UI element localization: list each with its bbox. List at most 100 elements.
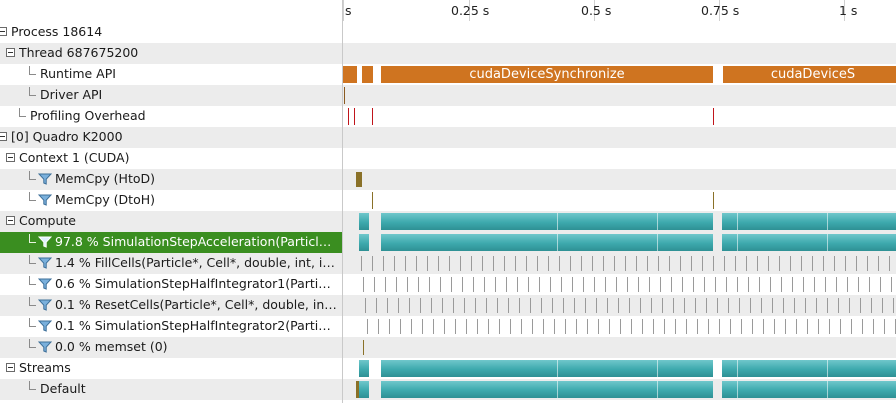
overhead-mark[interactable] — [713, 108, 714, 125]
kernel-launch-mark[interactable] — [829, 319, 830, 334]
kernel-launch-mark[interactable] — [438, 256, 439, 271]
kernel-launch-mark[interactable] — [717, 298, 718, 313]
kernel-boundary[interactable] — [557, 360, 558, 377]
kernel-launch-mark[interactable] — [770, 277, 771, 292]
tree-row[interactable]: Driver API — [0, 85, 342, 106]
kernel-launch-mark[interactable] — [680, 256, 681, 271]
kernel-bar[interactable] — [359, 360, 369, 377]
kernel-launch-mark[interactable] — [649, 277, 650, 292]
kernel-launch-mark[interactable] — [532, 319, 533, 334]
kernel-launch-mark[interactable] — [785, 319, 786, 334]
kernel-launch-mark[interactable] — [878, 256, 879, 271]
kernel-launch-mark[interactable] — [834, 256, 835, 271]
kernel-launch-mark[interactable] — [812, 256, 813, 271]
kernel-launch-mark[interactable] — [493, 256, 494, 271]
kernel-launch-mark[interactable] — [695, 298, 696, 313]
kernel-launch-mark[interactable] — [420, 298, 421, 313]
kernel-launch-mark[interactable] — [442, 298, 443, 313]
kernel-launch-mark[interactable] — [823, 256, 824, 271]
kernel-launch-mark[interactable] — [629, 298, 630, 313]
kernel-bar[interactable] — [381, 381, 713, 398]
api-call-bar[interactable]: cudaDeviceS — [723, 66, 896, 83]
kernel-launch-mark[interactable] — [889, 256, 890, 271]
kernel-launch-mark[interactable] — [726, 277, 727, 292]
kernel-launch-mark[interactable] — [849, 298, 850, 313]
kernel-launch-mark[interactable] — [796, 319, 797, 334]
kernel-launch-mark[interactable] — [631, 319, 632, 334]
kernel-launch-mark[interactable] — [794, 298, 795, 313]
kernel-boundary[interactable] — [557, 234, 558, 251]
collapse-toggle-icon[interactable] — [6, 153, 15, 162]
kernel-launch-mark[interactable] — [367, 319, 368, 334]
kernel-launch-mark[interactable] — [607, 298, 608, 313]
tree-row[interactable]: Compute — [0, 211, 342, 232]
kernel-launch-mark[interactable] — [724, 256, 725, 271]
api-call-bar[interactable] — [343, 66, 357, 83]
kernel-launch-mark[interactable] — [416, 256, 417, 271]
kernel-launch-mark[interactable] — [433, 319, 434, 334]
kernel-launch-mark[interactable] — [862, 319, 863, 334]
kernel-launch-mark[interactable] — [506, 277, 507, 292]
time-ruler[interactable]: s 0.25 s 0.5 s 0.75 s 1 s — [343, 0, 896, 23]
kernel-launch-mark[interactable] — [671, 277, 672, 292]
kernel-launch-mark[interactable] — [482, 256, 483, 271]
kernel-launch-mark[interactable] — [429, 277, 430, 292]
kernel-launch-mark[interactable] — [752, 319, 753, 334]
kernel-launch-mark[interactable] — [814, 277, 815, 292]
kernel-launch-mark[interactable] — [636, 256, 637, 271]
kernel-launch-mark[interactable] — [673, 298, 674, 313]
kernel-launch-mark[interactable] — [867, 256, 868, 271]
kernel-launch-mark[interactable] — [548, 256, 549, 271]
kernel-launch-mark[interactable] — [473, 277, 474, 292]
kernel-launch-mark[interactable] — [686, 319, 687, 334]
kernel-launch-mark[interactable] — [587, 319, 588, 334]
kernel-launch-mark[interactable] — [462, 277, 463, 292]
kernel-launch-mark[interactable] — [543, 319, 544, 334]
tree-row[interactable]: 97.8 % SimulationStepAcceleration(Partic… — [0, 232, 342, 253]
kernel-launch-mark[interactable] — [409, 298, 410, 313]
kernel-launch-mark[interactable] — [361, 256, 362, 271]
kernel-launch-mark[interactable] — [561, 277, 562, 292]
kernel-boundary[interactable] — [657, 213, 658, 230]
kernel-launch-mark[interactable] — [640, 298, 641, 313]
kernel-launch-mark[interactable] — [856, 256, 857, 271]
kernel-launch-mark[interactable] — [748, 277, 749, 292]
kernel-launch-mark[interactable] — [642, 319, 643, 334]
kernel-boundary[interactable] — [557, 381, 558, 398]
kernel-launch-mark[interactable] — [664, 319, 665, 334]
kernel-launch-mark[interactable] — [750, 298, 751, 313]
overhead-mark[interactable] — [348, 108, 349, 125]
kernel-launch-mark[interactable] — [693, 277, 694, 292]
kernel-bar[interactable] — [722, 234, 896, 251]
kernel-launch-mark[interactable] — [464, 298, 465, 313]
tree-row[interactable]: Runtime API — [0, 64, 342, 85]
kernel-launch-mark[interactable] — [539, 277, 540, 292]
kernel-launch-mark[interactable] — [884, 319, 885, 334]
kernel-launch-mark[interactable] — [486, 298, 487, 313]
kernel-launch-mark[interactable] — [783, 298, 784, 313]
kernel-launch-mark[interactable] — [427, 256, 428, 271]
tree-row[interactable]: Process 18614 — [0, 22, 342, 43]
kernel-launch-mark[interactable] — [792, 277, 793, 292]
kernel-launch-mark[interactable] — [781, 277, 782, 292]
kernel-launch-mark[interactable] — [609, 319, 610, 334]
kernel-launch-mark[interactable] — [440, 277, 441, 292]
driver-call-mark[interactable] — [344, 87, 345, 104]
kernel-launch-mark[interactable] — [455, 319, 456, 334]
kernel-launch-mark[interactable] — [372, 256, 373, 271]
kernel-launch-mark[interactable] — [387, 298, 388, 313]
memset-mark[interactable] — [363, 340, 364, 355]
kernel-boundary[interactable] — [657, 381, 658, 398]
kernel-bar[interactable] — [381, 234, 713, 251]
collapse-toggle-icon[interactable] — [0, 132, 7, 141]
collapse-toggle-icon[interactable] — [6, 216, 15, 225]
memcpy-dtoh-mark[interactable] — [372, 192, 373, 209]
kernel-launch-mark[interactable] — [398, 298, 399, 313]
kernel-launch-mark[interactable] — [570, 256, 571, 271]
kernel-launch-mark[interactable] — [541, 298, 542, 313]
kernel-launch-mark[interactable] — [616, 277, 617, 292]
kernel-launch-mark[interactable] — [858, 277, 859, 292]
kernel-launch-mark[interactable] — [684, 298, 685, 313]
kernel-launch-mark[interactable] — [550, 277, 551, 292]
kernel-launch-mark[interactable] — [851, 319, 852, 334]
